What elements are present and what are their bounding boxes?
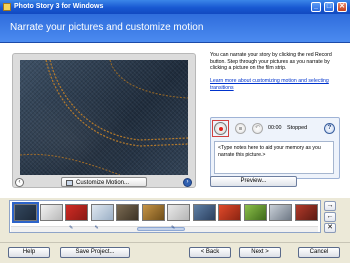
page-header: Narrate your pictures and customize moti… xyxy=(0,14,350,43)
close-button[interactable]: ✕ xyxy=(337,2,347,12)
help-icon[interactable]: ? xyxy=(324,123,335,134)
filmstrip-thumbnail[interactable] xyxy=(243,204,267,221)
filmstrip-thumbnail[interactable] xyxy=(116,204,139,221)
edit-picture-icon[interactable]: ✎ xyxy=(69,225,73,231)
narration-timer: 00:00 xyxy=(268,125,282,131)
help-button[interactable]: Help xyxy=(8,247,50,258)
app-icon xyxy=(3,3,11,11)
cancel-button[interactable]: Cancel xyxy=(298,247,340,258)
back-button[interactable]: < Back xyxy=(189,247,231,258)
filmstrip-scrollbar[interactable] xyxy=(11,226,318,232)
edit-picture-icon[interactable]: ✎ xyxy=(171,225,175,231)
filmstrip-scroll-thumb[interactable] xyxy=(137,227,185,231)
preview-photo xyxy=(20,60,188,175)
maximize-button[interactable]: □ xyxy=(324,2,334,12)
window-title: Photo Story 3 for Windows xyxy=(14,3,104,10)
narration-panel: ↶ 00:00 Stopped ? <Type notes here to ai… xyxy=(210,117,340,179)
preview-button[interactable]: Preview... xyxy=(210,176,297,187)
filmstrip-thumbnail[interactable] xyxy=(192,204,216,221)
notes-textbox[interactable]: <Type notes here to aid your memory as y… xyxy=(214,141,334,174)
narration-status: Stopped xyxy=(287,125,308,131)
instructions-text: You can narrate your story by clicking t… xyxy=(210,52,332,71)
filmstrip: ✎ ✎ ✎ xyxy=(9,200,321,233)
photo-story-window: Photo Story 3 for Windows _ □ ✕ Narrate … xyxy=(0,0,350,263)
record-button[interactable] xyxy=(214,122,227,135)
stop-button[interactable] xyxy=(235,123,246,134)
filmstrip-thumbnail[interactable]: ✎ xyxy=(90,204,114,231)
filmstrip-thumbnail[interactable] xyxy=(39,204,63,221)
filmstrip-thumbnail[interactable] xyxy=(141,204,165,221)
learn-more-link[interactable]: Learn more about customizing motion and … xyxy=(210,78,340,91)
customize-motion-button[interactable]: Customize Motion... xyxy=(61,177,147,187)
jeans-pocket-image xyxy=(20,60,188,175)
notes-placeholder: <Type notes here to aid your memory as y… xyxy=(218,145,321,158)
customize-motion-label: Customize Motion... xyxy=(76,180,130,186)
minimize-button[interactable]: _ xyxy=(311,2,321,12)
next-picture-button[interactable]: › xyxy=(183,178,192,187)
move-right-button[interactable]: → xyxy=(324,201,336,211)
picture-preview: ‹ Customize Motion... › xyxy=(12,53,196,188)
filmstrip-thumbnail[interactable] xyxy=(294,204,318,221)
filmstrip-thumbnail[interactable]: ✎ xyxy=(167,204,190,231)
next-button[interactable]: Next > xyxy=(239,247,281,258)
bottom-separator xyxy=(0,242,350,243)
filmstrip-thumbnail[interactable]: ✎ xyxy=(65,204,88,231)
move-left-button[interactable]: ← xyxy=(324,212,336,222)
page-title: Narrate your pictures and customize moti… xyxy=(10,22,204,33)
delete-picture-button[interactable]: ✕ xyxy=(324,223,336,233)
filmstrip-thumbnail[interactable] xyxy=(269,204,292,221)
filmstrip-thumbnail[interactable] xyxy=(218,204,241,221)
title-bar: Photo Story 3 for Windows _ □ ✕ xyxy=(0,0,350,14)
edit-picture-icon[interactable]: ✎ xyxy=(95,225,99,231)
filmstrip-thumbnail[interactable] xyxy=(12,202,39,223)
undo-narration-button[interactable]: ↶ xyxy=(252,123,263,134)
main-panel: ‹ Customize Motion... › You can narrate … xyxy=(0,43,350,198)
previous-picture-button[interactable]: ‹ xyxy=(15,178,24,187)
customize-motion-icon xyxy=(66,180,73,186)
save-project-button[interactable]: Save Project... xyxy=(60,247,130,258)
